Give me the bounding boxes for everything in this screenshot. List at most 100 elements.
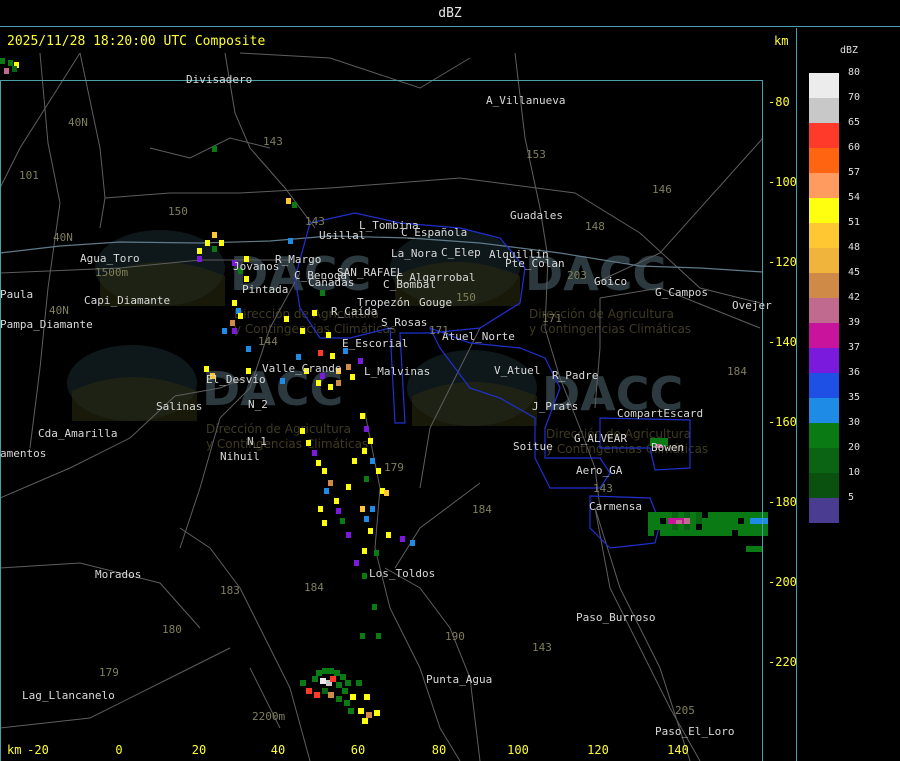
route-label: 183 (220, 584, 240, 597)
route-label: 40N (68, 116, 88, 129)
place-label: amentos (0, 447, 47, 460)
x-tick-label: 80 (431, 743, 447, 757)
legend-swatch (809, 98, 839, 123)
place-label: Morados (95, 568, 142, 581)
place-label: R_Margo (275, 253, 322, 266)
x-tick-label: 40 (270, 743, 286, 757)
place-label: Ovejer (732, 299, 772, 312)
route-label: 171 (429, 324, 449, 337)
legend-swatch (809, 248, 839, 273)
route-label: 1500m (95, 266, 129, 279)
place-label: Guadales (510, 209, 563, 222)
legend-swatch (809, 223, 839, 248)
x-tick-label: 0 (115, 743, 123, 757)
radar-echo-cell (8, 60, 13, 66)
x-tick-label: -20 (27, 743, 49, 757)
x-tick-label: 100 (507, 743, 529, 757)
place-label: Valle_Grande (262, 362, 342, 375)
place-label: Salinas (156, 400, 203, 413)
place-label: Pampa_Diamante (0, 318, 93, 331)
y-tick-label: -100 (768, 175, 797, 189)
place-label: N_1 (247, 435, 267, 448)
radar-map[interactable]: DACC Dirección de Agricultura y Contingenc… (0, 28, 797, 761)
legend-level-label: 45 (848, 267, 861, 278)
legend-level-label: 57 (848, 167, 861, 178)
route-label: 150 (456, 291, 476, 304)
place-label: Capi_Diamante (84, 294, 171, 307)
place-label: Punta_Agua (426, 673, 493, 686)
legend-level-label: 80 (848, 67, 861, 78)
route-label: 180 (162, 623, 182, 636)
title-text: dBZ (438, 6, 462, 21)
place-label: Paula (0, 288, 34, 301)
legend-swatch (809, 448, 839, 473)
legend-level-label: 51 (848, 217, 861, 228)
legend-level-label: 37 (848, 342, 861, 353)
route-label: 40N (53, 231, 73, 244)
legend-level-label: 30 (848, 417, 861, 428)
place-label: Jovanos (233, 260, 280, 273)
y-tick-label: -120 (768, 255, 797, 269)
legend-level-label: 54 (848, 192, 861, 203)
place-label: Cañadas (308, 276, 355, 289)
legend-level-label: 36 (848, 367, 861, 378)
y-tick-label: -160 (768, 415, 797, 429)
legend-swatch (809, 498, 839, 523)
place-label: N_2 (248, 398, 268, 411)
place-label: C_Bombal (383, 278, 436, 291)
place-label: G_ALVEAR (574, 432, 627, 445)
legend-swatch (809, 473, 839, 498)
route-label: 184 (472, 503, 492, 516)
legend-swatch (809, 198, 839, 223)
legend-swatch (809, 373, 839, 398)
place-label: Nihuil (220, 450, 260, 463)
place-label: Pintada (242, 283, 289, 296)
unit-label-bottom: km (7, 743, 22, 757)
route-label: 184 (304, 581, 324, 594)
place-label: A_Villanueva (486, 94, 566, 107)
legend-swatch (809, 123, 839, 148)
x-tick-label: 60 (350, 743, 366, 757)
legend-level-label: 48 (848, 242, 861, 253)
place-label: G_Campos (655, 286, 708, 299)
legend-level-label: 10 (848, 467, 861, 478)
place-label: Paso_Burroso (576, 611, 656, 624)
route-label: 171 (542, 312, 562, 325)
place-label: Agua_Toro (80, 252, 140, 265)
legend-level-label: 70 (848, 92, 861, 103)
place-label: El_Desvío (206, 373, 266, 386)
place-label: Goico (594, 275, 628, 288)
place-label: Gouge (419, 296, 453, 309)
y-tick-label: -200 (768, 575, 797, 589)
place-label: R_Padre (552, 369, 599, 382)
radar-echo-cell (0, 58, 5, 64)
place-label: V_Atuel (494, 364, 541, 377)
legend-swatch (809, 148, 839, 173)
y-tick-label: -220 (768, 655, 797, 669)
route-label: 179 (99, 666, 119, 679)
unit-label-right: km (774, 34, 789, 48)
route-label: 143 (263, 135, 283, 148)
legend-swatch (809, 423, 839, 448)
place-label: Soitue (513, 440, 553, 453)
legend-level-label: 60 (848, 142, 861, 153)
place-label: Aero_GA (576, 464, 623, 477)
place-label: Pte_Colan (505, 257, 565, 270)
legend-swatch (809, 323, 839, 348)
place-label: CompartEscard (617, 407, 704, 420)
place-label: Lag_Llancanelo (22, 689, 115, 702)
place-label: Paso_El_Loro (655, 725, 735, 738)
x-tick-label: 140 (667, 743, 689, 757)
place-label: J_Prats (532, 400, 579, 413)
legend-swatch (809, 173, 839, 198)
route-label: 143 (593, 482, 613, 495)
place-label: Los_Toldos (369, 567, 436, 580)
route-label: 148 (585, 220, 605, 233)
route-label: 205 (675, 704, 695, 717)
legend-level-label: 35 (848, 392, 861, 403)
route-label: 2200m (252, 710, 286, 723)
legend-level-label: 20 (848, 442, 861, 453)
place-label: Divisadero (186, 73, 253, 86)
place-label: Atuel_Norte (442, 330, 515, 343)
y-tick-label: -80 (768, 95, 790, 109)
